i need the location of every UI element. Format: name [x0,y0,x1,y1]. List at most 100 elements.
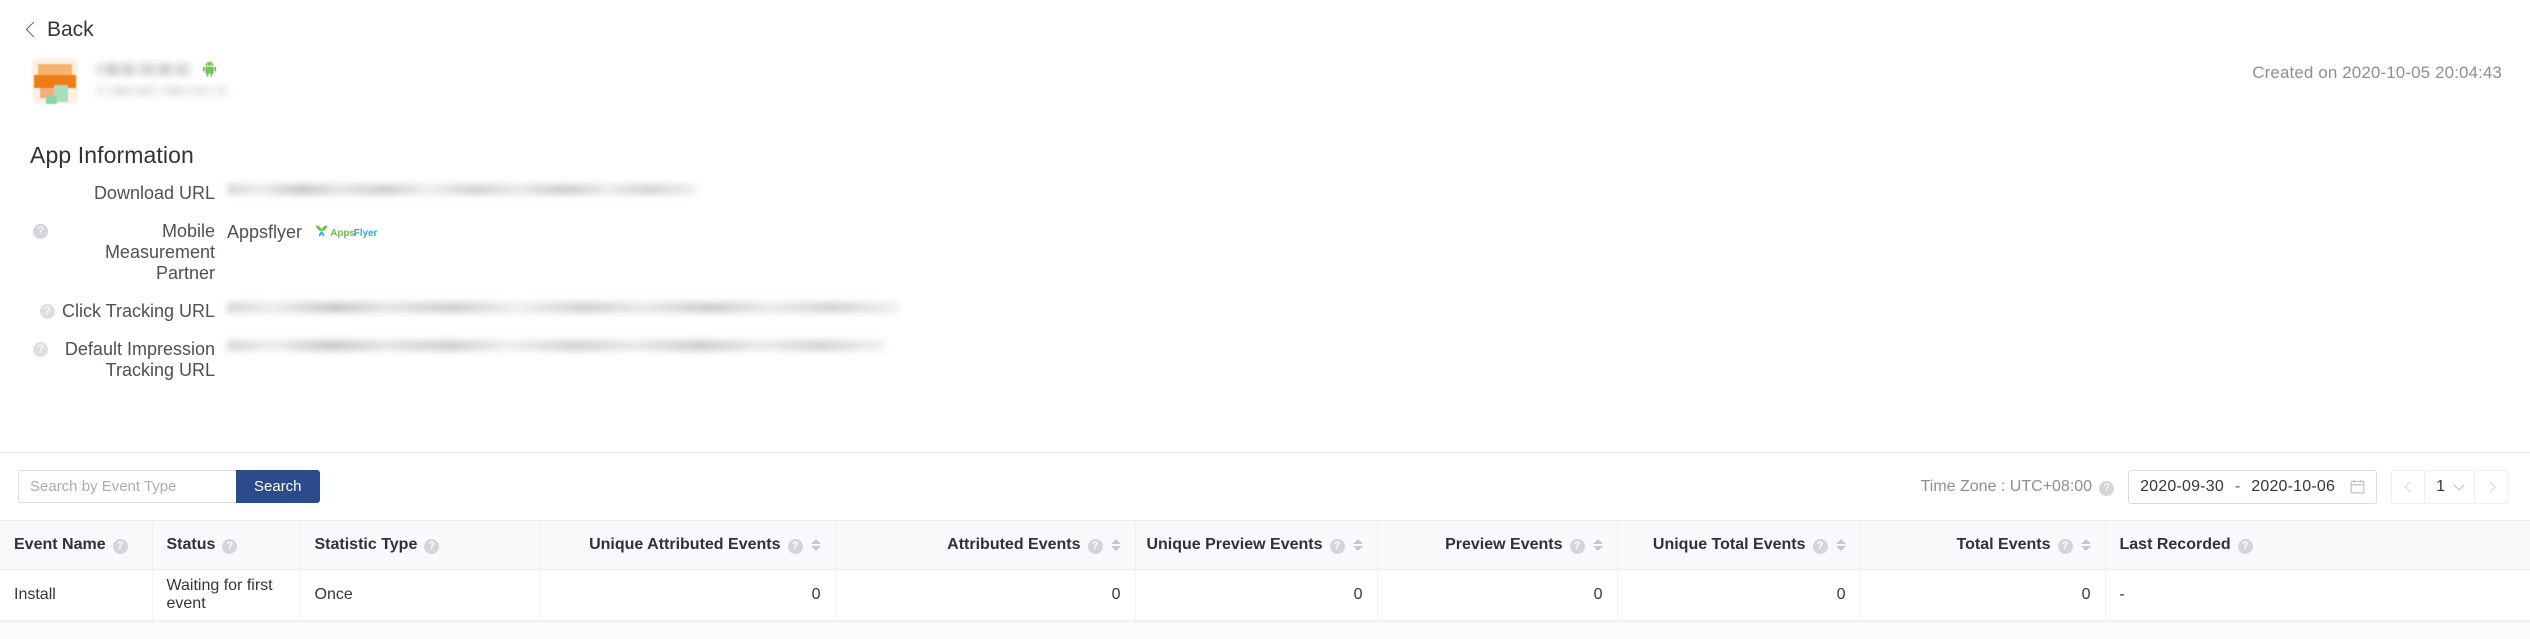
svg-text:Apps: Apps [330,228,355,239]
cell-attributed-events: 0 [835,569,1136,621]
cell-event-name: Install [0,569,153,621]
help-circle-icon[interactable]: ? [1812,539,1828,554]
page-title: App Information [30,142,194,168]
calendar-icon [2350,479,2365,494]
column-header-attributed-events[interactable]: Attributed Events ? [835,520,1136,570]
toolbar-right: Time Zone : UTC+08:00 ? 2020-09-30 - 202… [1920,469,2508,504]
column-label: Preview Events [1445,536,1563,553]
date-range-start: 2020-09-30 [2140,477,2224,495]
search-group: Search [18,470,320,503]
help-circle-icon[interactable]: ? [112,539,128,554]
pagination: 1 [2391,469,2508,504]
column-header-unique-attributed-events[interactable]: Unique Attributed Events ? [540,520,836,570]
events-toolbar: Search Time Zone : UTC+08:00 ? 2020-09-3… [0,453,2530,520]
column-header-unique-total-events[interactable]: Unique Total Events ? [1617,520,1861,570]
info-label-cell: Download URL [0,182,215,204]
table-footer-band [0,621,2530,639]
events-table-wrap: Event Name ? Status ? Statistic Type ? U… [0,520,2530,621]
date-range-end: 2020-10-06 [2251,477,2336,495]
column-header-event-name[interactable]: Event Name ? [0,520,153,570]
default-impression-tracking-url-redacted [227,340,885,351]
table-header-row: Event Name ? Status ? Statistic Type ? U… [0,520,2530,570]
svg-text:Flyer: Flyer [354,228,378,239]
appsflyer-logo: Apps Flyer [316,225,378,239]
cell-last-recorded: - [2105,569,2530,621]
help-circle-icon[interactable]: ? [1087,539,1103,554]
app-id-redacted [96,86,226,96]
created-on-timestamp: Created on 2020-10-05 20:04:43 [2252,63,2502,82]
search-button[interactable]: Search [236,470,320,503]
app-name-row [96,61,226,77]
sort-toggle-icon[interactable] [1592,539,1603,551]
help-circle-icon[interactable]: ? [424,539,440,554]
help-circle-icon[interactable]: ? [787,539,803,554]
column-label: Attributed Events [947,536,1081,553]
search-input[interactable] [18,470,236,503]
click-tracking-url-redacted [227,302,899,313]
column-label: Status [166,536,216,553]
column-header-statistic-type[interactable]: Statistic Type ? [300,520,541,570]
column-header-unique-preview-events[interactable]: Unique Preview Events ? [1135,520,1378,570]
pagination-next-button[interactable] [2475,471,2507,503]
cell-statistic-type: Once [300,569,541,621]
info-value-cell: Appsflyer Apps Flyer [227,220,393,243]
chevron-left-icon [25,21,42,38]
column-label: Last Recorded [2119,536,2231,553]
sort-toggle-icon[interactable] [1352,539,1363,551]
pagination-current-page: 1 [2436,477,2445,495]
info-label: Download URL [93,183,215,203]
cell-unique-preview-events: 0 [1135,569,1378,621]
chevron-down-icon [2453,478,2465,491]
column-header-last-recorded[interactable]: Last Recorded ? [2105,520,2530,570]
table-row[interactable]: Install Waiting for first event Once 0 0… [0,569,2530,621]
app-detail-page: Back Created on 2020-10-05 20:04:43 App … [0,0,2530,639]
cell-preview-events: 0 [1377,569,1618,621]
info-value-cell [227,182,697,195]
timezone-label: Time Zone : UTC+08:00 [1920,477,2093,495]
cell-unique-total-events: 0 [1617,569,1861,621]
column-label: Total Events [1956,536,2051,553]
sort-toggle-icon[interactable] [2080,539,2091,551]
pagination-page-select[interactable]: 1 [2424,470,2475,503]
app-name-redacted [96,62,192,76]
date-range-separator: - [2234,477,2241,495]
info-label: Default Impression Tracking URL [64,339,215,380]
download-url-redacted [227,184,697,195]
pagination-prev-button[interactable] [2392,471,2424,503]
cell-status: Waiting for first event [152,569,301,621]
back-button[interactable]: Back [25,18,94,41]
android-icon [202,61,217,77]
help-circle-icon[interactable]: ? [33,224,48,239]
help-circle-icon[interactable]: ? [33,342,48,357]
info-row-mobile-measurement-partner: ? Mobile Measurement Partner Appsflyer A… [0,220,2530,284]
column-header-preview-events[interactable]: Preview Events ? [1377,520,1618,570]
column-header-total-events[interactable]: Total Events ? [1860,520,2106,570]
sort-toggle-icon[interactable] [1835,539,1846,551]
back-button-label: Back [47,18,94,41]
info-value-cell [227,300,899,313]
mmp-value: Appsflyer [227,222,303,242]
timezone-display: Time Zone : UTC+08:00 ? [1920,477,2115,496]
help-circle-icon[interactable]: ? [2237,539,2253,554]
info-label-cell: ? Mobile Measurement Partner [0,220,215,284]
info-label: Click Tracking URL [61,301,215,321]
app-header [32,58,226,104]
help-circle-icon[interactable]: ? [1329,539,1345,554]
help-circle-icon[interactable]: ? [1569,539,1585,554]
help-circle-icon[interactable]: ? [39,304,55,319]
sort-toggle-icon[interactable] [810,539,821,551]
info-label: Mobile Measurement Partner [104,221,215,283]
column-header-status[interactable]: Status ? [152,520,301,570]
cell-unique-attributed-events: 0 [540,569,836,621]
chevron-left-icon [2403,480,2416,493]
date-range-picker[interactable]: 2020-09-30 - 2020-10-06 [2128,469,2378,504]
info-row-default-impression-tracking-url: ? Default Impression Tracking URL [0,338,2530,381]
app-information-list: Download URL ? Mobile Measurement Partne… [0,182,2530,397]
column-label: Unique Total Events [1652,536,1806,553]
help-circle-icon[interactable]: ? [222,539,238,554]
sort-toggle-icon[interactable] [1110,539,1121,551]
info-label-cell: ? Click Tracking URL [0,300,215,322]
column-label: Event Name [14,536,106,553]
help-circle-icon[interactable]: ? [2099,480,2115,496]
help-circle-icon[interactable]: ? [2057,539,2073,554]
